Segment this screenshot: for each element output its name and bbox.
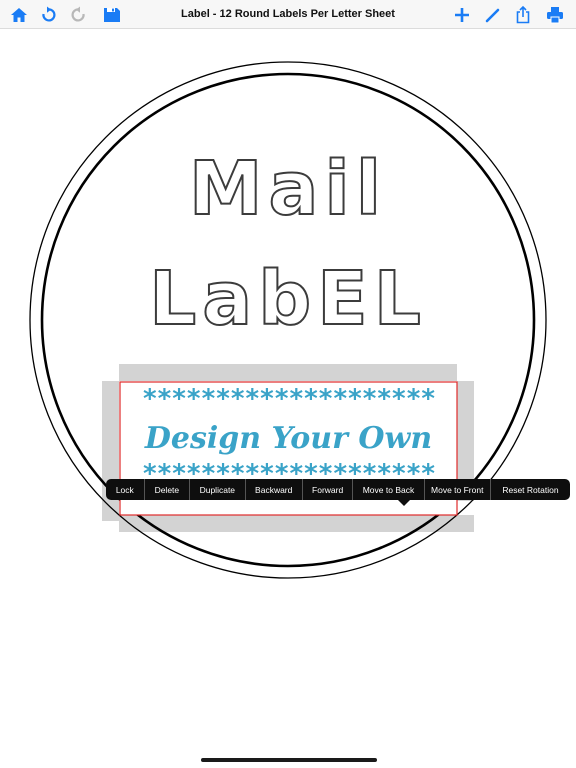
print-icon[interactable] [545,5,565,25]
label-canvas[interactable]: Mail LabEL ******************** Design Y… [0,29,576,768]
label-text[interactable]: LabEL [0,261,576,337]
save-icon[interactable] [102,5,122,25]
design-your-own-text[interactable]: Design Your Own [120,424,457,454]
share-icon[interactable] [513,5,533,25]
menu-reset-rotation[interactable]: Reset Rotation [489,479,570,500]
stars-top[interactable]: ******************** [120,386,457,412]
toolbar: Label - 12 Round Labels Per Letter Sheet [0,0,576,29]
gray-band-bottom [119,515,474,532]
menu-backward[interactable]: Backward [244,479,302,500]
context-menu-arrow [398,500,410,506]
mail-text[interactable]: Mail [0,151,576,227]
redo-icon[interactable] [69,5,89,25]
gray-band-left [102,381,119,521]
menu-move-to-front[interactable]: Move to Front [423,479,490,500]
home-icon[interactable] [9,5,29,25]
menu-move-to-back[interactable]: Move to Back [352,479,423,500]
home-indicator[interactable] [201,758,377,762]
menu-duplicate[interactable]: Duplicate [189,479,244,500]
undo-icon[interactable] [38,5,58,25]
edit-icon[interactable] [483,5,503,25]
gray-band-top [119,364,457,381]
context-menu: Lock Delete Duplicate Backward Forward M… [106,479,570,500]
menu-forward[interactable]: Forward [301,479,352,500]
add-icon[interactable] [452,5,472,25]
menu-delete[interactable]: Delete [143,479,190,500]
menu-lock[interactable]: Lock [106,479,144,500]
